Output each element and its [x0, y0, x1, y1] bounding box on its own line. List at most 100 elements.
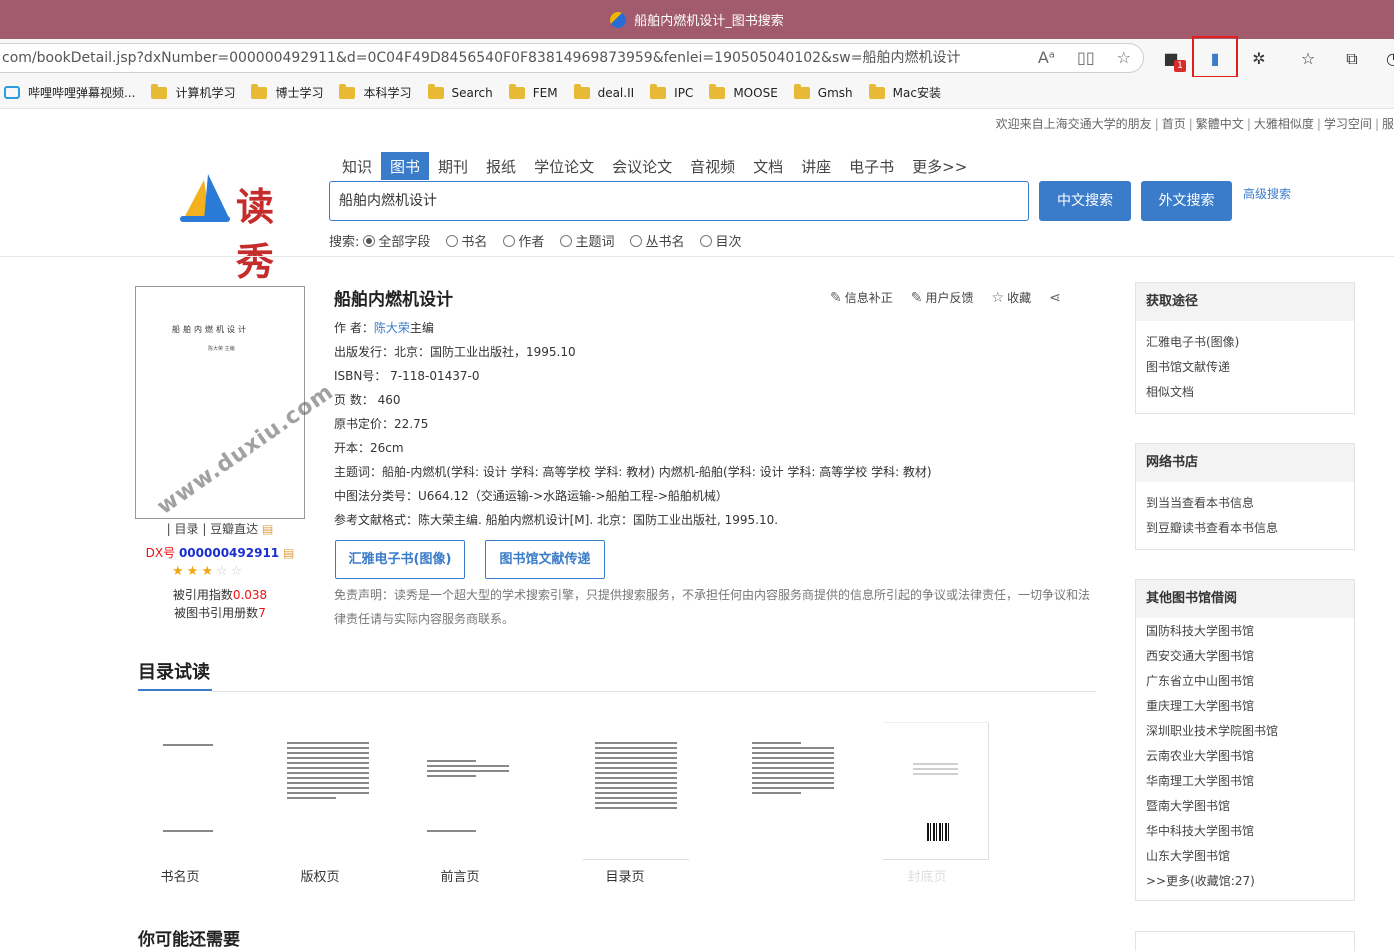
library-item[interactable]: 云南农业大学图书馆 — [1136, 744, 1354, 769]
bookmark-folder[interactable]: Mac安装 — [868, 83, 941, 101]
split-screen-icon[interactable]: ▯▯ — [1077, 44, 1095, 72]
info-correction-button[interactable]: ✎ 信息补正 — [830, 289, 893, 306]
similarity-link[interactable]: 大雅相似度 — [1254, 117, 1314, 131]
library-item[interactable]: 国防科技大学图书馆 — [1136, 619, 1354, 644]
preview-caption[interactable]: 目录页 — [572, 866, 678, 885]
preview-thumb[interactable] — [415, 722, 521, 860]
library-item[interactable]: 暨南大学图书馆 — [1136, 794, 1354, 819]
also-need-heading: 你可能还需要 — [138, 930, 240, 950]
ebook-image-button[interactable]: 汇雅电子书(图像) — [335, 540, 465, 579]
tab-knowledge[interactable]: 知识 — [333, 152, 381, 180]
url-field[interactable]: com/bookDetail.jsp?dxNumber=000000492911… — [0, 43, 1144, 73]
tab-journals[interactable]: 期刊 — [429, 152, 477, 180]
format-line: 开本：26cm — [334, 441, 404, 455]
document-delivery-button[interactable]: 图书馆文献传递 — [485, 540, 605, 579]
preview-thumb[interactable] — [583, 722, 689, 860]
preview-caption[interactable]: 书名页 — [127, 866, 233, 885]
library-item[interactable]: 广东省立中山图书馆 — [1136, 669, 1354, 694]
bookmark-folder[interactable]: IPC — [650, 83, 693, 100]
bookmark-folder[interactable]: MOOSE — [709, 83, 778, 100]
favorite-star-icon[interactable]: ☆ — [1117, 44, 1131, 72]
bookmark-folder[interactable]: 计算机学习 — [151, 83, 235, 101]
tab-conference[interactable]: 会议论文 — [603, 152, 681, 180]
bookmark-folder[interactable]: deal.II — [573, 83, 634, 100]
radio-icon — [560, 234, 573, 247]
bookmark-folder[interactable]: 本科学习 — [339, 83, 412, 101]
preview-thumb[interactable] — [135, 722, 241, 860]
advanced-search-link[interactable]: 高级搜索 — [1243, 185, 1291, 202]
scope-subject[interactable]: 主题词 — [560, 231, 614, 250]
scope-author[interactable]: 作者 — [503, 231, 544, 250]
cover-links[interactable]: | 目录 | 豆瓣直达 ▤ — [135, 520, 305, 537]
tab-documents[interactable]: 文档 — [744, 152, 792, 180]
book-cover-image[interactable]: 船舶内燃机设计 陈大荣 主编 www.duxiu.com — [135, 286, 338, 520]
author-link[interactable]: 陈大荣 — [374, 321, 410, 335]
radio-checked-icon — [363, 234, 376, 247]
extensions-puzzle-icon[interactable]: ✲ — [1248, 48, 1270, 70]
read-aloud-icon[interactable]: Aᵃ — [1038, 44, 1055, 72]
search-input[interactable]: 船舶内燃机设计 — [329, 181, 1029, 221]
preview-caption[interactable]: 前言页 — [407, 866, 513, 885]
preview-caption[interactable]: 版权页 — [267, 866, 373, 885]
favorite-button[interactable]: ☆ 收藏 — [992, 289, 1032, 306]
star-filled-icon: ★ — [172, 564, 184, 579]
access-item[interactable]: 相似文档 — [1136, 380, 1354, 405]
tab-theses[interactable]: 学位论文 — [525, 152, 603, 180]
more-libraries-link[interactable]: >>更多(收藏馆:27) — [1136, 869, 1354, 894]
citation-index: 被引用指数0.038 — [172, 588, 268, 602]
traditional-chinese-link[interactable]: 繁體中文 — [1196, 117, 1244, 131]
scope-contents[interactable]: 目次 — [700, 231, 741, 250]
preview-thumb[interactable] — [275, 722, 381, 860]
chinese-search-button[interactable]: 中文搜索 — [1039, 181, 1131, 221]
foreign-search-button[interactable]: 外文搜索 — [1141, 181, 1232, 221]
library-item[interactable]: 华南理工大学图书馆 — [1136, 769, 1354, 794]
scope-title[interactable]: 书名 — [446, 231, 487, 250]
access-item[interactable]: 图书馆文献传递 — [1136, 355, 1354, 380]
disclaimer: 免责声明：读秀是一个超大型的学术搜索引擎，只提供搜索服务，不承担任何由内容服务商… — [334, 588, 1091, 626]
service-link[interactable]: 服 — [1382, 117, 1394, 131]
access-item[interactable]: 汇雅电子书(图像) — [1136, 330, 1354, 355]
bookstore-item[interactable]: 到当当查看本书信息 — [1136, 491, 1354, 516]
highlight-box — [1192, 36, 1238, 78]
bookmark-bilibili[interactable]: 哔哩哔哩弹幕视频... — [0, 84, 135, 101]
preview-caption[interactable]: 封底页 — [874, 866, 980, 885]
star-icon: ☆ — [991, 289, 1005, 306]
tab-books[interactable]: 图书 — [381, 152, 430, 180]
bookmark-folder[interactable]: 博士学习 — [251, 83, 323, 101]
home-link[interactable]: 首页 — [1162, 117, 1186, 131]
scope-all-fields[interactable]: 全部字段 — [363, 231, 430, 250]
bookstore-item[interactable]: 到豆瓣读书查看本书信息 — [1136, 516, 1354, 541]
library-item[interactable]: 西安交通大学图书馆 — [1136, 644, 1354, 669]
tab-ebooks[interactable]: 电子书 — [840, 152, 903, 180]
library-item[interactable]: 重庆理工大学图书馆 — [1136, 694, 1354, 719]
preview-thumb[interactable] — [883, 722, 989, 860]
tab-newspapers[interactable]: 报纸 — [477, 152, 525, 180]
favorites-list-icon[interactable]: ☆ — [1297, 48, 1319, 70]
welcome-text: 欢迎来自上海交通大学的朋友 — [995, 117, 1152, 131]
study-space-link[interactable]: 学习空间 — [1324, 117, 1372, 131]
cover-subtitle: 陈大荣 主编 — [208, 346, 235, 352]
folder-icon — [573, 83, 590, 99]
tab-more[interactable]: 更多>> — [903, 152, 976, 180]
preview-thumb[interactable] — [740, 722, 846, 860]
collections-icon[interactable]: ⧉ — [1341, 48, 1363, 70]
share-button[interactable]: ⋖ — [1049, 289, 1064, 306]
library-item[interactable]: 深圳职业技术学院图书馆 — [1136, 719, 1354, 744]
radio-icon — [446, 234, 459, 247]
library-item[interactable]: 山东大学图书馆 — [1136, 844, 1354, 869]
library-item[interactable]: 华中科技大学图书馆 — [1136, 819, 1354, 844]
duxiu-logo[interactable]: 读秀 — [180, 172, 310, 284]
bookmark-folder[interactable]: FEM — [508, 83, 558, 100]
library-title: 其他图书馆借阅 — [1136, 580, 1354, 618]
bookmark-folder[interactable]: Gmsh — [793, 83, 853, 100]
section-divider — [212, 691, 1096, 692]
tab-media[interactable]: 音视频 — [681, 152, 744, 180]
folder-icon — [339, 83, 356, 99]
bookmark-folder[interactable]: Search — [427, 83, 493, 100]
url-text: com/bookDetail.jsp?dxNumber=000000492911… — [2, 50, 961, 66]
tab-lectures[interactable]: 讲座 — [792, 152, 840, 180]
more-tools-icon[interactable]: ◔ — [1382, 48, 1394, 70]
classification-line: 中图法分类号：U664.12（交通运输->水路运输->船舶工程->船舶机械） — [334, 489, 728, 503]
feedback-button[interactable]: ✎ 用户反馈 — [911, 289, 974, 306]
scope-series[interactable]: 丛书名 — [630, 231, 684, 250]
